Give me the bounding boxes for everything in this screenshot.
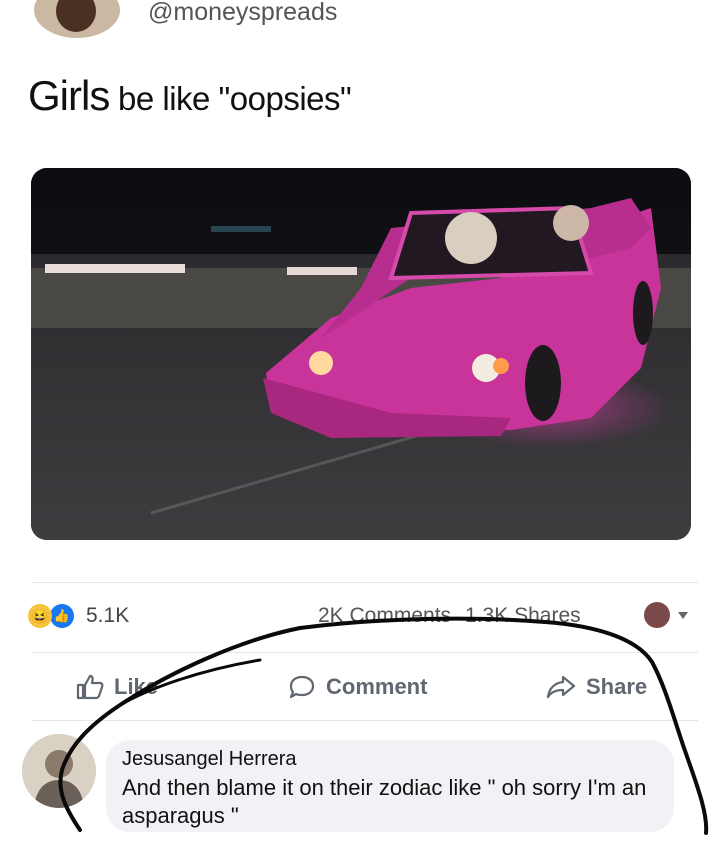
divider-top bbox=[32, 582, 698, 583]
poster-handle[interactable]: @moneyspreads bbox=[148, 0, 337, 27]
poster-avatar[interactable] bbox=[34, 0, 120, 38]
haha-reaction-icon: 😆 bbox=[28, 604, 52, 628]
engagement-stats: 2K Comments 1.3K Shares bbox=[318, 604, 595, 628]
chevron-down-icon[interactable] bbox=[678, 612, 688, 619]
comment-author[interactable]: Jesusangel Herrera bbox=[122, 748, 297, 771]
divider-middle bbox=[32, 652, 698, 653]
share-arrow-icon bbox=[546, 675, 576, 699]
thumbs-up-icon bbox=[76, 674, 104, 700]
comment-label: Comment bbox=[326, 674, 428, 699]
comments-count[interactable]: 2K Comments bbox=[318, 604, 451, 627]
share-button[interactable]: Share bbox=[546, 674, 647, 700]
comment-text: And then blame it on their zodiac like "… bbox=[122, 775, 647, 828]
crashed-car-illustration bbox=[31, 168, 691, 540]
like-reaction-icon: 👍 bbox=[48, 602, 76, 630]
share-label: Share bbox=[586, 674, 648, 699]
avatar-face bbox=[56, 0, 96, 32]
like-label: Like bbox=[114, 674, 159, 699]
reaction-summary[interactable]: 😆 👍 5.1K bbox=[28, 602, 129, 630]
post-text-lead: Girls bbox=[28, 72, 110, 119]
comment-bubble-icon bbox=[289, 675, 315, 699]
commenter-portrait bbox=[22, 734, 96, 808]
like-button[interactable]: Like bbox=[76, 674, 158, 700]
divider-bottom bbox=[32, 720, 698, 721]
post-text: Girls be like "oopsies" bbox=[28, 72, 352, 120]
reaction-count: 5.1K bbox=[86, 604, 130, 627]
commenter-avatar[interactable] bbox=[22, 734, 96, 808]
shares-count[interactable]: 1.3K Shares bbox=[465, 604, 581, 627]
viewer-avatar[interactable] bbox=[644, 602, 670, 628]
post-text-rest: be like "oopsies" bbox=[109, 80, 352, 117]
post-photo[interactable] bbox=[31, 168, 691, 540]
comment-button[interactable]: Comment bbox=[288, 674, 427, 700]
